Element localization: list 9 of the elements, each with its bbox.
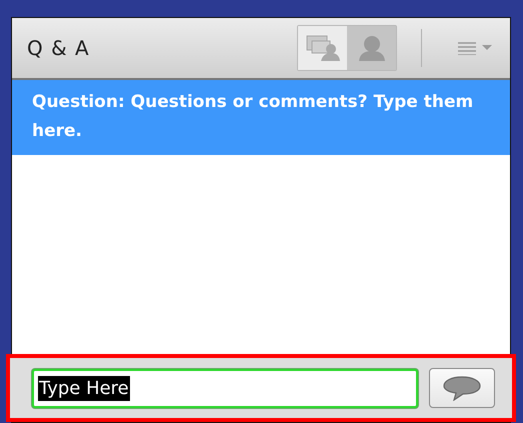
screen-person-icon [306,34,340,62]
input-field[interactable]: Type Here [32,368,418,408]
speech-bubble-icon [442,375,482,401]
presenter-view-button[interactable] [298,26,347,70]
participant-view-button[interactable] [347,26,396,70]
person-icon [356,34,386,62]
question-text: Question: Questions or comments? Type them here. [32,92,474,141]
panel-title: Q & A [27,36,91,60]
send-button[interactable] [429,368,495,408]
